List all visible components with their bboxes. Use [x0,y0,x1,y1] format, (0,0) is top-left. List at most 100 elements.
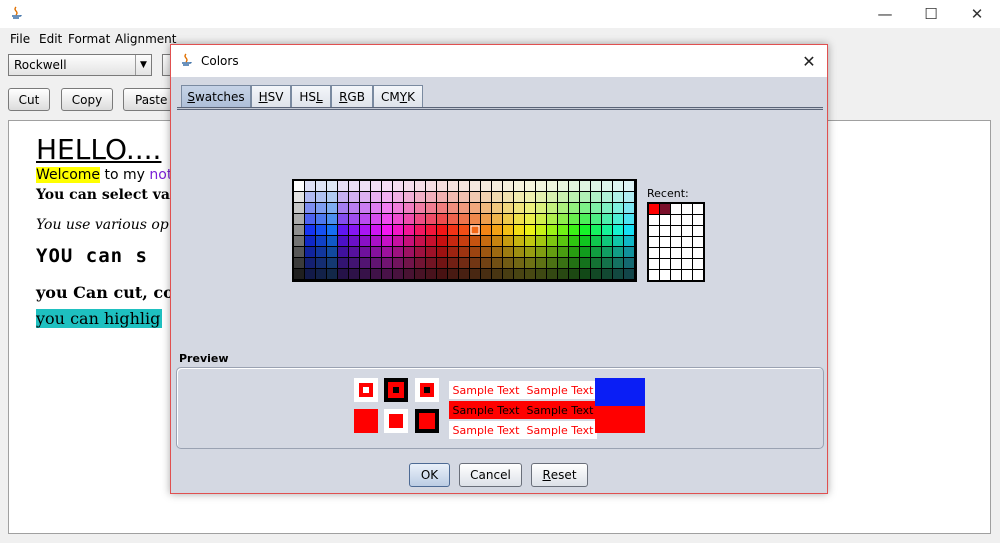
swatch-cell[interactable] [558,203,568,213]
swatch-cell[interactable] [514,192,524,202]
recent-swatch-cell[interactable] [693,259,703,269]
swatch-cell[interactable] [514,269,524,279]
swatch-cell[interactable] [514,181,524,191]
swatch-palette-svg[interactable] [293,180,634,281]
swatch-cell[interactable] [525,258,535,268]
swatch-cell[interactable] [624,192,634,202]
recent-swatch-cell[interactable] [660,248,670,258]
swatch-cell[interactable] [448,258,458,268]
swatch-cell[interactable] [470,214,480,224]
recent-swatch-cell[interactable] [649,259,659,269]
swatch-cell[interactable] [459,258,469,268]
swatch-cell[interactable] [404,225,414,235]
swatch-cell[interactable] [382,225,392,235]
swatch-cell[interactable] [558,214,568,224]
recent-swatch-cell[interactable] [649,204,659,214]
swatch-cell[interactable] [426,203,436,213]
swatch-cell[interactable] [569,181,579,191]
swatch-cell[interactable] [536,181,546,191]
swatch-cell[interactable] [624,269,634,279]
swatch-cell[interactable] [459,247,469,257]
swatch-cell[interactable] [613,225,623,235]
swatch-cell[interactable] [547,247,557,257]
swatch-cell[interactable] [569,236,579,246]
swatch-cell[interactable] [437,258,447,268]
swatch-cell[interactable] [580,225,590,235]
menu-file[interactable]: File [10,32,30,46]
recent-swatch-cell[interactable] [682,237,692,247]
swatch-cell[interactable] [437,247,447,257]
swatch-cell[interactable] [569,192,579,202]
swatch-cell[interactable] [371,269,381,279]
swatch-cell[interactable] [393,192,403,202]
swatch-cell[interactable] [294,236,304,246]
swatch-cell[interactable] [327,236,337,246]
swatch-cell[interactable] [393,203,403,213]
swatch-cell[interactable] [580,269,590,279]
swatch-cell[interactable] [437,203,447,213]
recent-swatch-cell[interactable] [693,237,703,247]
swatch-cell[interactable] [525,203,535,213]
swatch-cell[interactable] [448,214,458,224]
swatch-cell[interactable] [536,203,546,213]
swatch-cell[interactable] [492,247,502,257]
swatch-cell[interactable] [613,203,623,213]
swatch-cell[interactable] [470,269,480,279]
swatch-cell[interactable] [437,192,447,202]
swatch-cell[interactable] [371,225,381,235]
swatch-cell[interactable] [591,247,601,257]
swatch-cell[interactable] [569,269,579,279]
swatch-cell[interactable] [481,236,491,246]
swatch-cell[interactable] [338,258,348,268]
swatch-cell[interactable] [415,247,425,257]
swatch-cell[interactable] [569,214,579,224]
swatch-cell[interactable] [547,269,557,279]
swatch-cell[interactable] [492,203,502,213]
reset-button[interactable]: Reset [531,463,588,487]
menu-alignment[interactable]: Alignment [115,32,176,46]
dialog-close-button[interactable]: ✕ [799,51,819,71]
swatch-cell[interactable] [349,269,359,279]
swatch-cell[interactable] [547,236,557,246]
swatch-cell[interactable] [404,181,414,191]
swatch-cell[interactable] [305,269,315,279]
swatch-cell[interactable] [371,236,381,246]
window-close-button[interactable]: ✕ [954,0,1000,28]
tab-cmyk[interactable]: CM Y K [373,85,423,107]
recent-swatch-cell[interactable] [682,215,692,225]
swatch-cell[interactable] [503,236,513,246]
swatch-cell[interactable] [327,203,337,213]
swatch-cell[interactable] [294,214,304,224]
recent-swatch-cell[interactable] [682,270,692,280]
swatch-cell[interactable] [382,203,392,213]
recent-swatch-cell[interactable] [682,226,692,236]
swatch-cell[interactable] [382,269,392,279]
swatch-cell[interactable] [371,214,381,224]
recent-swatch-cell[interactable] [660,270,670,280]
swatch-cell[interactable] [382,192,392,202]
swatch-cell[interactable] [525,192,535,202]
swatch-cell[interactable] [316,225,326,235]
swatch-cell[interactable] [481,214,491,224]
swatch-cell[interactable] [591,192,601,202]
swatch-cell[interactable] [393,225,403,235]
swatch-cell[interactable] [294,269,304,279]
swatch-cell[interactable] [525,269,535,279]
swatch-cell[interactable] [459,181,469,191]
font-family-combo[interactable]: Rockwell ▼ [8,54,152,76]
swatch-cell[interactable] [349,214,359,224]
swatch-cell[interactable] [624,214,634,224]
recent-swatch-cell[interactable] [649,226,659,236]
swatch-cell[interactable] [371,203,381,213]
swatch-cell[interactable] [591,236,601,246]
recent-swatch-cell[interactable] [649,248,659,258]
swatch-cell[interactable] [503,269,513,279]
swatch-cell[interactable] [591,258,601,268]
swatch-cell[interactable] [503,258,513,268]
swatch-cell[interactable] [602,236,612,246]
swatch-cell[interactable] [481,192,491,202]
swatch-cell[interactable] [591,214,601,224]
recent-swatches[interactable] [647,202,705,282]
swatch-palette[interactable] [292,179,637,282]
swatch-cell[interactable] [492,258,502,268]
